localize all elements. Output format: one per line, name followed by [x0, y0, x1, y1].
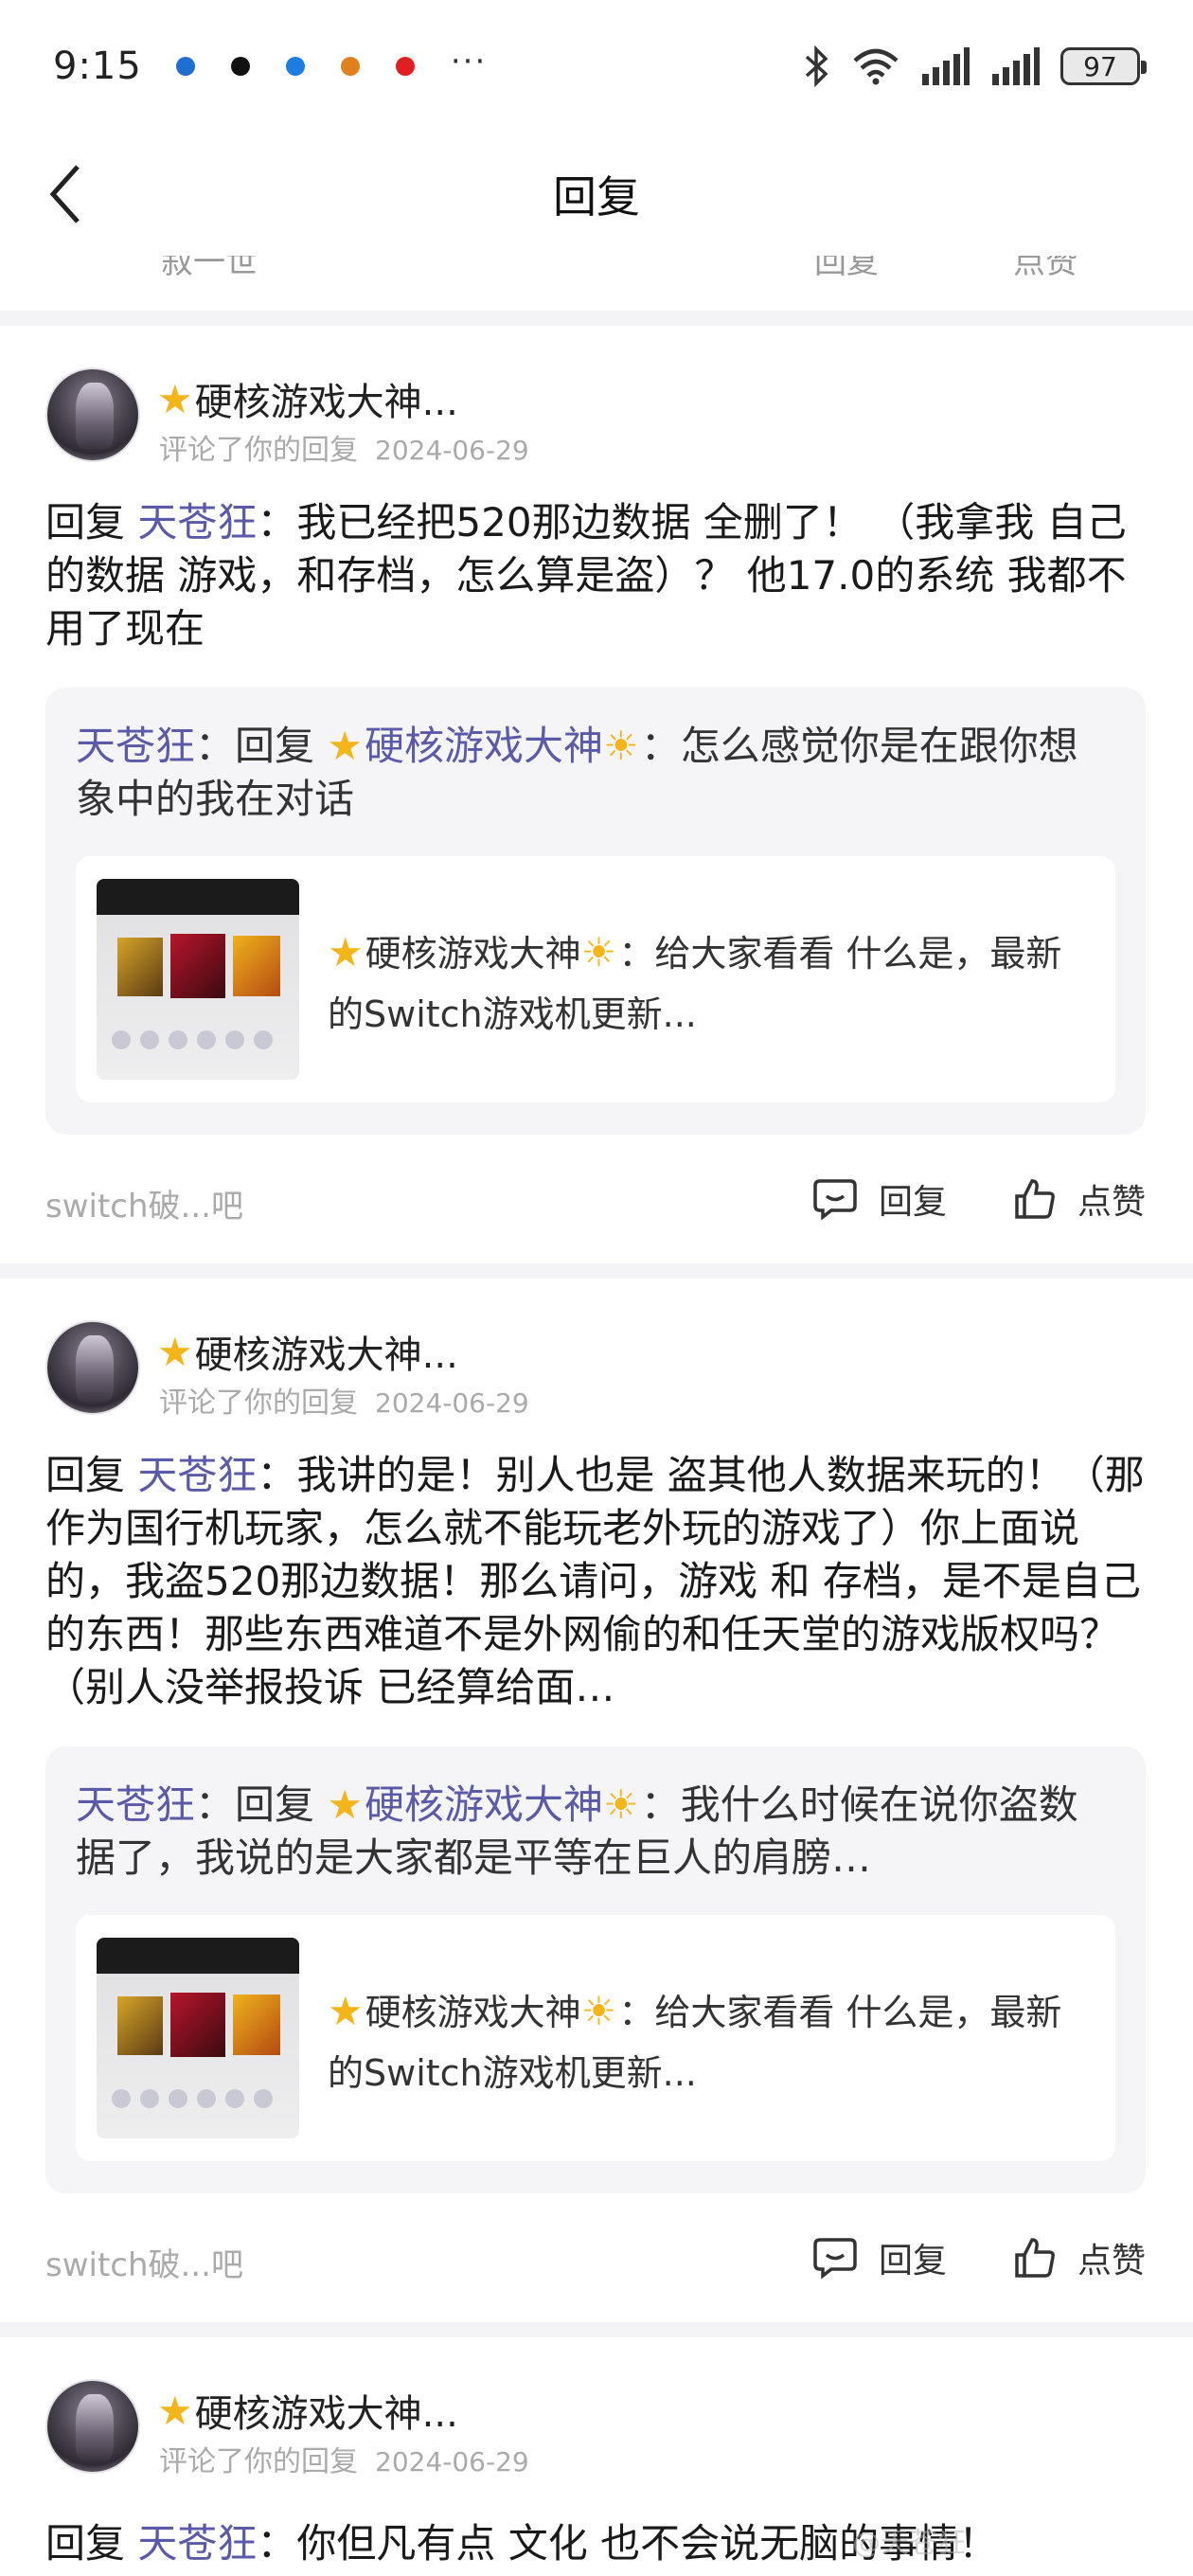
post-date: 2024-06-29 — [375, 2446, 529, 2478]
like-button[interactable]: 点赞 — [1013, 1174, 1146, 1224]
thumbs-up-icon — [1015, 2238, 1055, 2278]
page-header: 回复 — [0, 133, 1193, 256]
bluetooth-icon — [805, 45, 828, 87]
status-icons: 97 — [803, 45, 1147, 87]
divider — [0, 311, 1193, 326]
mention-link[interactable]: 天苍狂 — [137, 1452, 257, 1498]
post-meta: 评论了你的回复 2024-06-29 — [159, 2445, 529, 2478]
post-date: 2024-06-29 — [375, 435, 529, 466]
mention-link[interactable]: 天苍狂 — [76, 1781, 195, 1828]
avatar[interactable] — [45, 2379, 140, 2474]
mention-link[interactable]: 天苍狂 — [76, 723, 195, 769]
author-name[interactable]: ★ 硬核游戏大神... — [157, 371, 458, 426]
reply-notification-item[interactable]: ★ 硬核游戏大神... 评论了你的回复 2024-06-29 回复 天苍狂：我已经… — [0, 326, 1193, 1260]
star-badge-icon: ★ — [328, 1988, 364, 2034]
reply-notification-item[interactable]: ★ 硬核游戏大神... 评论了你的回复 2024-06-29 回复 天苍狂：我讲的… — [0, 1279, 1193, 2318]
mention-link[interactable]: 天苍狂 — [137, 499, 257, 546]
post-header: ★ 硬核游戏大神... 评论了你的回复 2024-06-29 — [45, 1320, 1134, 1424]
star-badge-icon: ★ — [327, 723, 364, 769]
reply-button[interactable]: 回复 — [812, 2233, 947, 2282]
sun-badge-icon: ☀ — [603, 1781, 639, 1828]
quoted-reply-text: 天苍狂：回复 ★硬核游戏大神☀：怎么感觉你是在跟你想象中的我在对话 — [76, 723, 1078, 822]
signal-icon — [922, 47, 970, 85]
comment-icon — [813, 1179, 857, 1221]
watermark: @天苍狂 — [852, 2527, 966, 2560]
reply-notification-item[interactable]: ★ 硬核游戏大神... 评论了你的回复 2024-06-29 回复 天苍狂：你但凡… — [0, 2337, 1193, 2576]
original-post-summary: ★硬核游戏大神☀：给大家看看 什么是，最新的Switch游戏机更新... — [328, 1988, 1062, 2094]
avatar[interactable] — [45, 367, 140, 462]
divider — [0, 2322, 1193, 2337]
star-badge-icon: ★ — [157, 1328, 193, 1375]
chevron-left-icon — [49, 165, 80, 224]
sun-badge-icon: ☀ — [580, 929, 617, 975]
app-notification-icon — [285, 57, 305, 76]
original-post-card[interactable]: ★硬核游戏大神☀：给大家看看 什么是，最新的Switch游戏机更新... — [76, 1915, 1115, 2161]
star-badge-icon: ★ — [157, 375, 193, 422]
quoted-reply[interactable]: 天苍狂：回复 ★硬核游戏大神☀：我什么时候在说你盗数据了，我说的是大家都是平等在… — [45, 1746, 1146, 2193]
reply-button[interactable]: 回复 — [812, 1174, 947, 1224]
mention-link[interactable]: 天苍狂 — [137, 2520, 257, 2567]
original-post-summary: ★硬核游戏大神☀：给大家看看 什么是，最新的Switch游戏机更新... — [328, 929, 1062, 1035]
post-thumbnail — [97, 879, 299, 1080]
sun-badge-icon: ☀ — [580, 1988, 617, 2034]
star-badge-icon: ★ — [328, 929, 364, 975]
status-time: 9:15 — [53, 45, 142, 88]
reply-content[interactable]: 回复 天苍狂：我已经把520那边数据 全删了！ （我拿我 自己的数据 游戏，和存… — [45, 496, 1153, 655]
quoted-reply-text: 天苍狂：回复 ★硬核游戏大神☀：我什么时候在说你盗数据了，我说的是大家都是平等在… — [76, 1781, 1078, 1881]
page-title: 回复 — [553, 171, 640, 223]
app-notification-icon — [175, 57, 195, 76]
post-footer: switch破...吧 回复 点赞 — [45, 2233, 1153, 2290]
reply-content[interactable]: 回复 天苍狂：我讲的是！别人也是 盗其他人数据来玩的！（那作为国行机玩家，怎么就… — [45, 1449, 1153, 1714]
post-date: 2024-06-29 — [375, 1387, 529, 1419]
back-button[interactable] — [47, 159, 104, 229]
divider — [0, 1263, 1193, 1279]
post-thumbnail — [97, 1938, 299, 2138]
signal-icon — [992, 47, 1040, 85]
quoted-reply[interactable]: 天苍狂：回复 ★硬核游戏大神☀：怎么感觉你是在跟你想象中的我在对话 ★硬核游戏大… — [45, 688, 1146, 1135]
star-badge-icon: ★ — [327, 1781, 364, 1828]
battery-level: 97 — [1083, 50, 1117, 82]
battery-indicator: 97 — [1060, 47, 1147, 85]
tieba-link[interactable]: switch破...吧 — [45, 1180, 243, 1226]
thumbs-up-icon — [1015, 1179, 1055, 1219]
reply-content[interactable]: 回复 天苍狂：你但凡有点 文化 也不会说无脑的事情！ — [45, 2517, 1153, 2570]
app-notification-icon — [395, 57, 415, 76]
post-meta: 评论了你的回复 2024-06-29 — [159, 434, 529, 467]
post-header: ★ 硬核游戏大神... 评论了你的回复 2024-06-29 — [45, 367, 1134, 472]
author-name[interactable]: ★ 硬核游戏大神... — [157, 2383, 458, 2438]
original-post-card[interactable]: ★硬核游戏大神☀：给大家看看 什么是，最新的Switch游戏机更新... — [76, 856, 1115, 1102]
comment-icon — [813, 2238, 857, 2280]
post-footer: switch破...吧 回复 点赞 — [45, 1174, 1153, 1231]
mention-link[interactable]: 硬核游戏大神 — [365, 1781, 603, 1828]
avatar[interactable] — [45, 1320, 140, 1415]
more-notifications-icon: ··· — [450, 43, 488, 80]
wifi-icon — [853, 48, 899, 85]
like-button[interactable]: 点赞 — [1013, 2233, 1146, 2282]
tieba-link[interactable]: switch破...吧 — [45, 2239, 243, 2285]
star-badge-icon: ★ — [157, 2387, 193, 2434]
mention-link[interactable]: 硬核游戏大神 — [365, 723, 603, 769]
status-bar: 9:15 ··· 97 — [0, 0, 1193, 133]
post-meta: 评论了你的回复 2024-06-29 — [159, 1386, 529, 1420]
author-name[interactable]: ★ 硬核游戏大神... — [157, 1324, 458, 1379]
post-header: ★ 硬核游戏大神... 评论了你的回复 2024-06-29 — [45, 2379, 1134, 2483]
app-notification-icon — [340, 57, 360, 76]
app-notification-icon — [230, 57, 250, 76]
sun-badge-icon: ☀ — [603, 723, 639, 769]
